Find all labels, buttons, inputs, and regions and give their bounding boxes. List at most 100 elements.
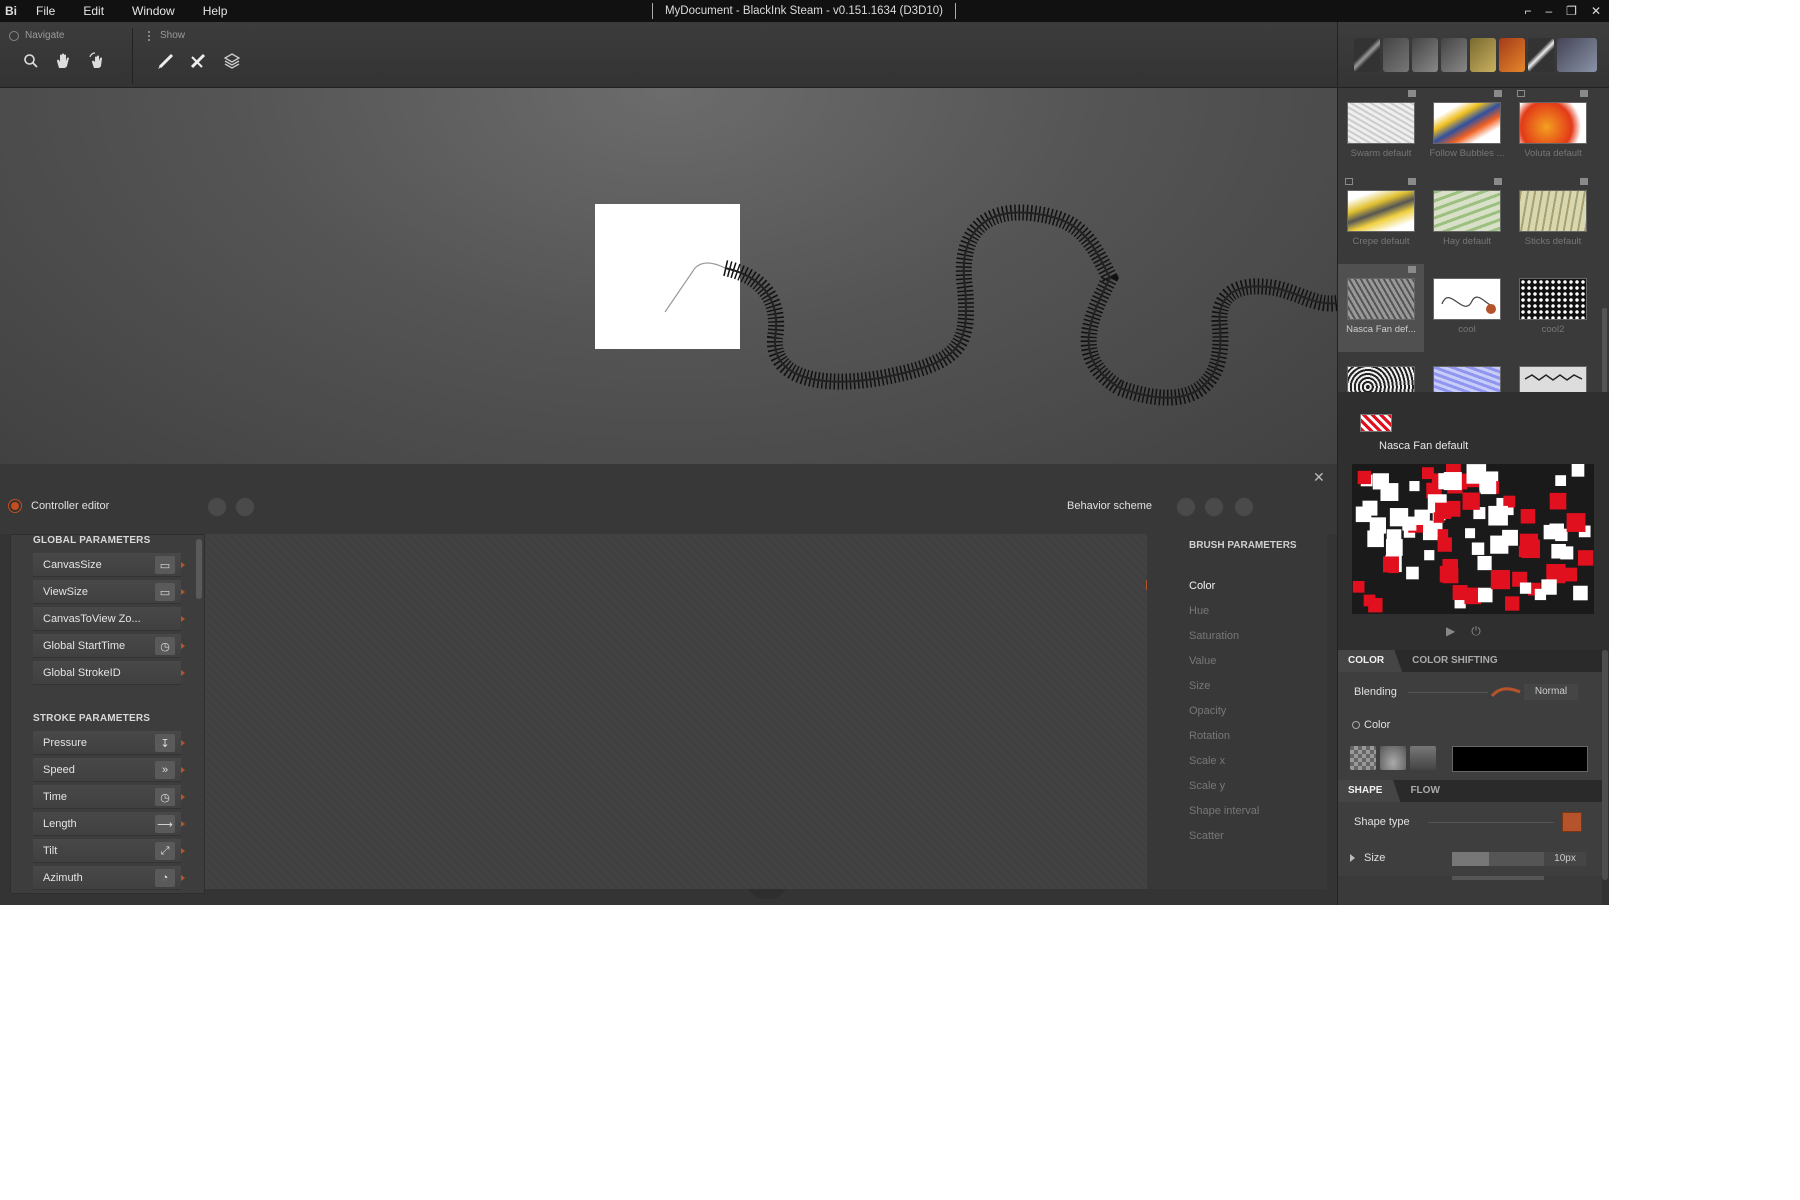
- connector-arrow-icon[interactable]: [181, 670, 185, 676]
- strip-brush-2[interactable]: [1383, 38, 1409, 72]
- show-tools-button[interactable]: [185, 48, 211, 74]
- brush-swarm[interactable]: Swarm default: [1338, 88, 1424, 176]
- undo-button[interactable]: [207, 497, 227, 517]
- param-length[interactable]: Length ⟶: [33, 812, 185, 836]
- scheme-button-3[interactable]: [1234, 497, 1254, 517]
- color-swatch[interactable]: [1452, 746, 1588, 772]
- param-global-strokeid[interactable]: Global StrokeID: [33, 661, 185, 685]
- brush-param-hue[interactable]: Hue: [1189, 605, 1209, 617]
- param-time[interactable]: Time ◷: [33, 785, 185, 809]
- strip-brush-5[interactable]: [1470, 38, 1496, 72]
- restore-icon[interactable]: ❐: [1566, 4, 1577, 18]
- strip-brush-6[interactable]: [1499, 38, 1525, 72]
- brush-preview-canvas[interactable]: [1352, 464, 1594, 614]
- param-global-starttime[interactable]: Global StartTime ◷: [33, 634, 185, 658]
- color-image-button[interactable]: [1410, 746, 1436, 770]
- power-icon[interactable]: ⏻: [1471, 624, 1481, 639]
- connector-arrow-icon[interactable]: [181, 589, 185, 595]
- connector-arrow-icon[interactable]: [181, 821, 185, 827]
- brush-grid-scrollbar[interactable]: [1602, 308, 1607, 392]
- play-icon[interactable]: ▶: [1446, 624, 1455, 639]
- tab-flow[interactable]: FLOW: [1400, 780, 1449, 802]
- strip-brush-1[interactable]: [1354, 38, 1380, 72]
- param-viewsize[interactable]: ViewSize ▭: [33, 580, 185, 604]
- strip-brush-8[interactable]: [1557, 38, 1597, 72]
- minimize-icon[interactable]: –: [1545, 4, 1552, 18]
- brush-sticks[interactable]: Sticks default: [1510, 176, 1596, 264]
- brush-param-size[interactable]: Size: [1189, 680, 1210, 692]
- connector-arrow-icon[interactable]: [181, 616, 185, 622]
- close-icon[interactable]: ✕: [1591, 4, 1601, 18]
- connector-arrow-icon[interactable]: [181, 794, 185, 800]
- size-label: Size: [1364, 852, 1386, 864]
- zoom-button[interactable]: [18, 48, 44, 74]
- menu-file[interactable]: File: [22, 0, 69, 22]
- shape-type-selector[interactable]: [1562, 812, 1582, 832]
- brush-param-opacity[interactable]: Opacity: [1189, 705, 1226, 717]
- properties-scrollbar[interactable]: [1602, 650, 1608, 880]
- redo-button[interactable]: [235, 497, 255, 517]
- preview-square: [1555, 475, 1567, 486]
- controller-close-icon[interactable]: ✕: [1313, 469, 1325, 486]
- brush-crepe[interactable]: Crepe default: [1338, 176, 1424, 264]
- size-slider[interactable]: [1452, 852, 1544, 866]
- drawing-canvas[interactable]: [0, 88, 1337, 464]
- brush-follow-bubbles[interactable]: Follow Bubbles ...: [1424, 88, 1510, 176]
- strip-brush-7[interactable]: [1528, 38, 1554, 72]
- menu-help[interactable]: Help: [189, 0, 242, 22]
- connector-arrow-icon[interactable]: [181, 643, 185, 649]
- param-canvassize[interactable]: CanvasSize ▭: [33, 553, 185, 577]
- size-value[interactable]: 10px: [1544, 852, 1586, 866]
- pin-icon[interactable]: ⌐: [1524, 4, 1531, 18]
- brush-marble[interactable]: [1338, 352, 1424, 392]
- param-speed[interactable]: Speed »: [33, 758, 185, 782]
- brush-blue-waves[interactable]: [1424, 352, 1510, 392]
- brush-param-rotation[interactable]: Rotation: [1189, 730, 1230, 742]
- param-azimuth[interactable]: Azimuth ◔: [33, 866, 185, 890]
- brush-link-icon: [1345, 178, 1353, 185]
- connector-arrow-icon[interactable]: [181, 767, 185, 773]
- brush-thumbnail: [1347, 190, 1415, 232]
- strip-brush-4[interactable]: [1441, 38, 1467, 72]
- brush-param-color[interactable]: Color: [1189, 580, 1215, 592]
- param-list-scrollbar[interactable]: [196, 539, 202, 599]
- scheme-button-2[interactable]: [1204, 497, 1224, 517]
- pan-button[interactable]: [50, 48, 76, 74]
- rotate-view-button[interactable]: [84, 48, 110, 74]
- color-radio-icon[interactable]: [1352, 721, 1360, 729]
- brush-cool[interactable]: cool: [1424, 264, 1510, 352]
- tab-shape[interactable]: SHAPE: [1338, 780, 1401, 802]
- color-pattern-button[interactable]: [1350, 746, 1376, 770]
- brush-param-value[interactable]: Value: [1189, 655, 1216, 667]
- brush-hay[interactable]: Hay default: [1424, 176, 1510, 264]
- connector-arrow-icon[interactable]: [181, 875, 185, 881]
- tab-color-shifting[interactable]: COLOR SHIFTING: [1402, 650, 1508, 672]
- brush-zigzag[interactable]: [1510, 352, 1596, 392]
- connector-arrow-icon[interactable]: [181, 562, 185, 568]
- panel-collapse-handle[interactable]: [747, 889, 787, 899]
- param-pressure[interactable]: Pressure ↧: [33, 731, 185, 755]
- strip-brush-3[interactable]: [1412, 38, 1438, 72]
- controller-graph-area[interactable]: [205, 534, 1147, 889]
- brush-param-scatter[interactable]: Scatter: [1189, 830, 1224, 842]
- brush-param-shape-interval[interactable]: Shape interval: [1189, 805, 1259, 817]
- brush-nasca-fan[interactable]: Nasca Fan def...: [1338, 264, 1424, 352]
- tab-color[interactable]: COLOR: [1338, 650, 1403, 672]
- expand-arrow-icon[interactable]: [1350, 854, 1355, 862]
- menu-window[interactable]: Window: [118, 0, 189, 22]
- param-canvas-to-view-zoom[interactable]: CanvasToView Zo...: [33, 607, 185, 631]
- blending-select[interactable]: Normal: [1524, 684, 1578, 700]
- brush-param-scale-y[interactable]: Scale y: [1189, 780, 1225, 792]
- show-brush-button[interactable]: [153, 48, 179, 74]
- brush-cool2[interactable]: cool2: [1510, 264, 1596, 352]
- brush-voluta[interactable]: Voluta default: [1510, 88, 1596, 176]
- brush-param-scale-x[interactable]: Scale x: [1189, 755, 1225, 767]
- connector-arrow-icon[interactable]: [181, 740, 185, 746]
- scheme-button-1[interactable]: [1176, 497, 1196, 517]
- color-gradient-button[interactable]: [1380, 746, 1406, 770]
- param-tilt[interactable]: Tilt ⤢: [33, 839, 185, 863]
- show-layers-button[interactable]: [219, 48, 245, 74]
- brush-param-saturation[interactable]: Saturation: [1189, 630, 1239, 642]
- menu-edit[interactable]: Edit: [69, 0, 118, 22]
- connector-arrow-icon[interactable]: [181, 848, 185, 854]
